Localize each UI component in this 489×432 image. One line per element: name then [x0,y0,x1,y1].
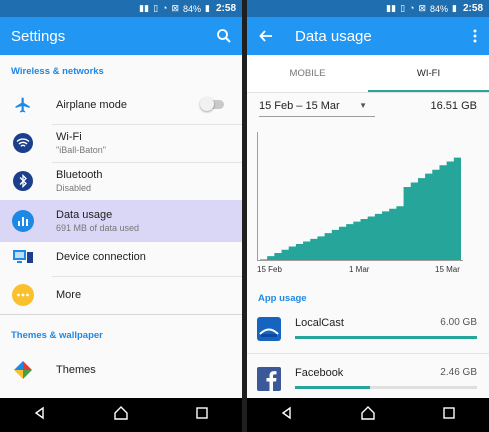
divider [247,353,489,354]
facebook-icon [257,367,281,391]
app-name: Facebook [295,367,344,379]
status-bar: ▮▮ ▯ ◔ ⊠ 84% ▮ 2:58 [247,0,489,17]
page-title: Settings [11,27,66,45]
usage-chart-svg [260,154,461,260]
item-subtitle: 691 MB of data used [56,223,140,233]
section-divider [0,314,242,315]
search-icon[interactable] [216,28,232,44]
settings-item-data-usage[interactable]: Data usage 691 MB of data used [0,200,242,242]
signal-icon: ▮▮ [386,3,397,13]
usage-bar-fill [295,386,370,389]
signal-icon: ▮▮ [139,3,150,13]
themes-icon [12,359,34,381]
more-icon [12,284,34,306]
total-usage: 16.51 GB [430,100,477,112]
navigation-bar [0,398,242,432]
usage-bar-track [295,336,477,339]
vibrate-icon: ▯ [400,3,406,13]
back-icon[interactable] [32,405,48,426]
settings-item-themes[interactable]: Themes [0,351,242,389]
x-tick-label: 15 Mar [435,265,460,274]
app-usage-header: App usage [258,293,307,304]
wifi-icon: ◔ [409,3,415,13]
device-connection-icon [12,246,34,268]
clock: 2:58 [215,3,236,14]
usage-bar-fill [295,336,477,339]
back-arrow-icon[interactable] [259,29,273,43]
sim-icon: ⊠ [418,3,427,13]
settings-item-bluetooth[interactable]: Bluetooth Disabled [0,162,242,200]
home-icon[interactable] [113,405,129,426]
item-title: Airplane mode [56,99,127,111]
vibrate-icon: ▯ [153,3,159,13]
item-subtitle: Disabled [56,183,92,193]
section-header-themes: Themes & wallpaper [11,330,103,341]
x-tick-label: 15 Feb [257,265,282,274]
usage-chart [257,132,463,261]
bluetooth-icon [12,170,34,192]
item-title: Wi-Fi [56,131,82,143]
app-row-facebook[interactable]: Facebook 2.46 GB [247,363,489,399]
usage-bar-track [295,386,477,389]
battery-icon: ▮ [205,3,210,13]
sim-icon: ⊠ [171,3,180,13]
page-title: Data usage [295,27,372,45]
battery-percent: 84% [430,3,449,14]
wifi-icon: ◔ [162,3,168,13]
airplane-mode-toggle[interactable] [200,97,224,111]
recents-icon[interactable] [441,405,457,426]
battery-percent: 84% [183,3,202,14]
section-header-wireless: Wireless & networks [11,66,104,77]
settings-item-airplane-mode[interactable]: Airplane mode [0,86,242,124]
date-range-value: 15 Feb – 15 Mar [259,100,340,112]
app-data-size: 2.46 GB [440,367,477,378]
tab-wifi[interactable]: WI-FI [368,55,489,92]
item-title: Data usage [56,209,113,221]
item-title: Bluetooth [56,169,103,181]
app-bar: Data usage [247,17,489,55]
localcast-icon [257,317,281,341]
navigation-bar [247,398,489,432]
battery-icon: ▮ [452,3,457,13]
settings-item-wifi[interactable]: Wi-Fi "iBall-Baton" [0,124,242,162]
item-title: Themes [56,364,96,376]
back-icon[interactable] [279,405,295,426]
recents-icon[interactable] [194,405,210,426]
home-icon[interactable] [360,405,376,426]
wifi-icon [12,132,34,154]
overflow-menu-icon[interactable] [473,28,477,44]
status-bar: ▮▮ ▯ ◔ ⊠ 84% ▮ 2:58 [0,0,242,17]
app-name: LocalCast [295,317,344,329]
app-bar: Settings [0,17,242,55]
settings-screen: ▮▮ ▯ ◔ ⊠ 84% ▮ 2:58 Settings Wireless & … [0,0,242,432]
clock: 2:58 [462,3,483,14]
data-usage-icon [12,210,34,232]
item-subtitle: "iBall-Baton" [56,145,106,155]
tab-mobile[interactable]: MOBILE [247,55,368,92]
data-usage-screen: ▮▮ ▯ ◔ ⊠ 84% ▮ 2:58 Data usage MOBILE WI… [247,0,489,432]
x-tick-label: 1 Mar [349,265,370,274]
date-range-dropdown[interactable]: 15 Feb – 15 Mar ▼ [259,100,375,117]
app-row-localcast[interactable]: LocalCast 6.00 GB [247,313,489,349]
airplane-icon [12,94,34,116]
dropdown-arrow-icon: ▼ [359,101,367,110]
item-title: More [56,289,82,301]
settings-item-more[interactable]: More [0,276,242,314]
settings-item-device-connection[interactable]: Device connection [0,238,242,276]
usage-area-series [260,154,461,260]
item-title: Device connection [56,251,146,263]
tab-bar: MOBILE WI-FI [247,55,489,93]
app-data-size: 6.00 GB [440,317,477,328]
